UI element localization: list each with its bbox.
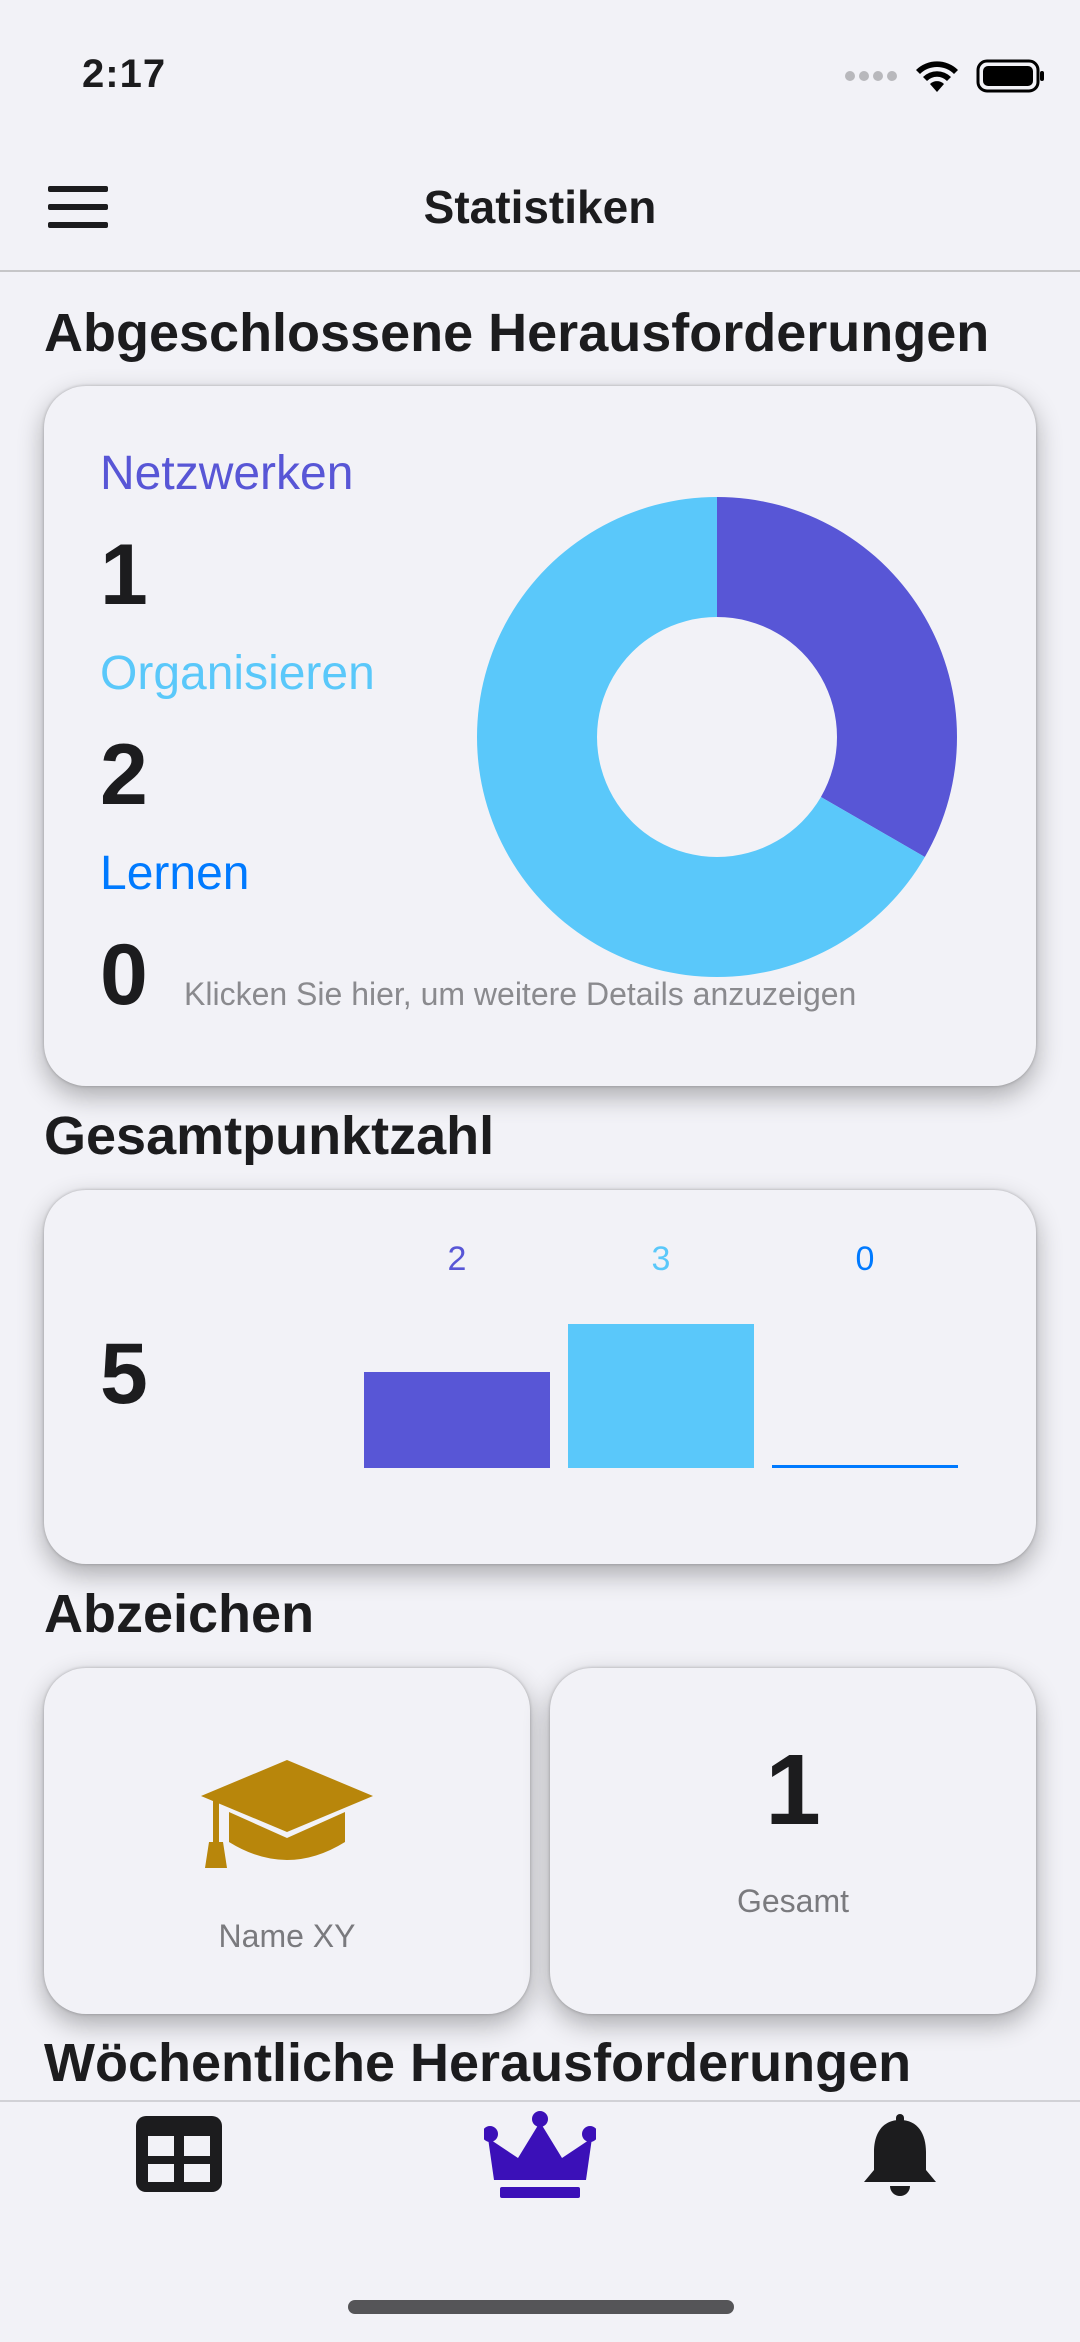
navigation-bar: Statistiken: [0, 150, 1080, 272]
category-label-learning: Lernen: [100, 847, 250, 900]
tab-notifications[interactable]: [860, 2112, 940, 2207]
signal-dots-icon: [845, 71, 897, 81]
graduation-cap-icon: [201, 1760, 373, 1868]
category-label-organizing: Organisieren: [100, 647, 375, 700]
home-indicator: [348, 2300, 734, 2314]
status-icons: [844, 58, 1046, 94]
badge-name: Name XY: [218, 1918, 356, 1954]
tab-dashboard[interactable]: [134, 2114, 224, 2199]
bar-label-organizing: 3: [651, 1240, 671, 1278]
category-count-learning: 0: [100, 927, 148, 1023]
crown-icon: [482, 2111, 598, 2198]
badge-total-value: 1: [765, 1734, 821, 1846]
score-bar-organisieren: [568, 1324, 754, 1468]
badge-total-card: 1 Gesamt: [550, 1668, 1036, 2014]
bell-icon: [864, 2114, 936, 2196]
score-card: 5 2 3 0: [44, 1190, 1036, 1564]
score-bar-netzwerken: [364, 1372, 550, 1468]
section-title-badges: Abzeichen: [44, 1584, 315, 1644]
badge-total-label: Gesamt: [736, 1883, 850, 1919]
score-bar-chart: 2 3 0: [44, 1190, 1036, 1564]
badge-card[interactable]: Name XY: [44, 1668, 530, 2014]
details-link[interactable]: Klicken Sie hier, um weitere Details anz…: [184, 976, 856, 1013]
page-title: Statistiken: [423, 181, 657, 233]
section-title-score: Gesamtpunktzahl: [44, 1106, 495, 1166]
status-time: 2:17: [82, 52, 167, 96]
donut-chart: [477, 497, 957, 977]
donut-slice-netzwerken: [717, 497, 957, 857]
category-count-networking: 1: [100, 527, 148, 623]
bar-label-learning: 0: [855, 1240, 875, 1278]
bar-label-networking: 2: [447, 1240, 467, 1278]
section-title-completed: Abgeschlossene Herausforderungen: [44, 303, 990, 363]
completed-challenges-card[interactable]: Netzwerken 1 Organisieren 2 Lernen 0 Kli…: [44, 386, 1036, 1086]
score-bar-lernen: [772, 1465, 958, 1468]
section-title-weekly: Wöchentliche Herausforderungen: [44, 2033, 912, 2093]
category-label-networking: Netzwerken: [100, 447, 354, 500]
tab-statistics[interactable]: [482, 2110, 598, 2205]
status-bar: 2:17: [0, 0, 1080, 150]
battery-icon: [976, 59, 1044, 93]
grid-icon: [136, 2116, 222, 2192]
wifi-icon: [916, 61, 958, 92]
category-count-organizing: 2: [100, 727, 148, 823]
